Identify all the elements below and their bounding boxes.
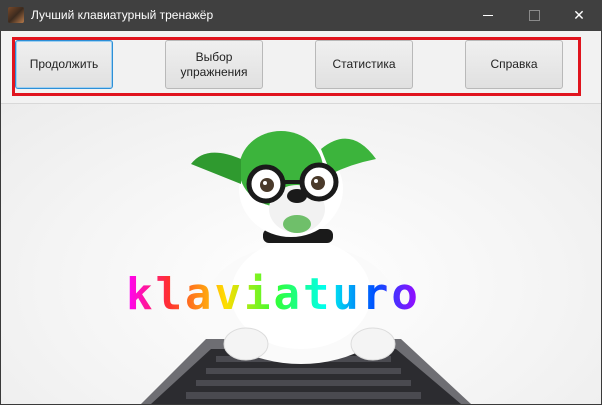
dog-illustration-icon [141, 131, 471, 404]
minimize-icon [483, 15, 493, 16]
main-window: Продолжить Выбор упражнения Статистика С… [1, 31, 601, 404]
toolbar: Продолжить Выбор упражнения Статистика С… [1, 31, 601, 104]
maximize-button[interactable] [511, 0, 557, 31]
close-button[interactable]: ✕ [556, 0, 602, 31]
maximize-icon [528, 10, 540, 21]
splash-illustration: klaviaturo [1, 104, 601, 404]
close-icon: ✕ [573, 7, 585, 23]
exercise-select-button-label: Выбор упражнения [180, 49, 248, 79]
logo-text: klaviaturo [126, 269, 481, 320]
title-bar[interactable]: Лучший клавиатурный тренажёр ✕ [0, 0, 602, 31]
app-icon [8, 7, 24, 23]
help-button[interactable]: Справка [465, 40, 563, 89]
continue-button[interactable]: Продолжить [15, 40, 113, 89]
minimize-button[interactable] [465, 0, 511, 31]
statistics-button[interactable]: Статистика [315, 40, 413, 89]
help-button-label: Справка [490, 57, 538, 71]
window-title: Лучший клавиатурный тренажёр [31, 8, 214, 22]
statistics-button-label: Статистика [332, 57, 396, 71]
continue-button-label: Продолжить [29, 57, 99, 71]
exercise-select-button[interactable]: Выбор упражнения [165, 40, 263, 89]
